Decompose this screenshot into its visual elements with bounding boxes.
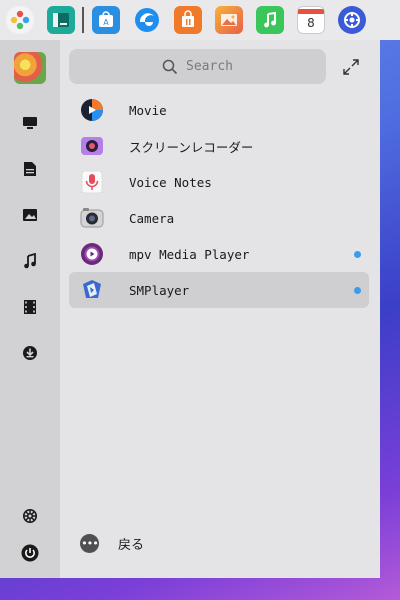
app-launcher: Search Movie スクリーンレコーダー Voice Notes Came… [0,40,380,578]
app-label: SMPlayer [129,282,190,298]
fullscreen-expand-icon[interactable] [341,57,361,77]
pictures-icon[interactable] [20,205,40,225]
search-placeholder: Search [186,59,233,74]
app-label: Voice Notes [129,174,212,190]
app-item-voice-notes[interactable]: Voice Notes [69,164,369,200]
voice-notes-app-icon [80,170,104,194]
app-item-camera[interactable]: Camera [69,200,369,236]
downloads-icon[interactable] [20,343,40,363]
launcher-content: Search Movie スクリーンレコーダー Voice Notes Came… [60,40,380,578]
movie-app-icon [80,98,104,122]
dock-separator [82,7,84,33]
photos-icon[interactable] [215,6,243,34]
user-avatar[interactable] [14,52,46,84]
browser-icon[interactable] [133,6,161,34]
app-list: Movie スクリーンレコーダー Voice Notes Camera mpv … [69,92,369,308]
mpv-app-icon [80,242,104,266]
shopping-icon[interactable] [174,6,202,34]
calendar-icon[interactable]: 8 [297,6,325,34]
system-settings-icon[interactable] [20,506,40,526]
app-item-screen-recorder[interactable]: スクリーンレコーダー [69,128,369,164]
back-label: 戻る [118,538,145,553]
new-app-indicator [354,251,361,258]
app-item-smplayer[interactable]: SMPlayer [69,272,369,308]
documents-icon[interactable] [20,159,40,179]
dock: A 8 [0,0,400,40]
settings-icon[interactable] [338,6,366,34]
back-control[interactable]: ••• 戻る [80,534,144,553]
all-apps-icon[interactable] [20,113,40,133]
calendar-day: 8 [307,16,315,30]
music-category-icon[interactable] [20,251,40,271]
app-label: Movie [129,102,167,118]
launchpad-icon[interactable] [6,6,34,34]
smplayer-app-icon [80,278,104,302]
new-app-indicator [354,287,361,294]
power-icon[interactable] [20,543,40,563]
app-item-mpv[interactable]: mpv Media Player [69,236,369,272]
app-label: スクリーンレコーダー [129,139,254,155]
calendar-header [298,9,324,14]
more-icon: ••• [80,534,99,553]
camera-app-icon [80,206,104,230]
search-icon [162,59,178,74]
svg-text:A: A [103,18,109,27]
app-label: Camera [129,210,175,226]
file-manager-icon[interactable] [47,6,75,34]
music-icon[interactable] [256,6,284,34]
app-label: mpv Media Player [129,246,250,262]
app-item-movie[interactable]: Movie [69,92,369,128]
screen-recorder-app-icon [80,134,104,158]
video-icon[interactable] [20,297,40,317]
search-input[interactable]: Search [69,49,326,84]
sidebar [0,40,60,578]
app-store-icon[interactable]: A [92,6,120,34]
